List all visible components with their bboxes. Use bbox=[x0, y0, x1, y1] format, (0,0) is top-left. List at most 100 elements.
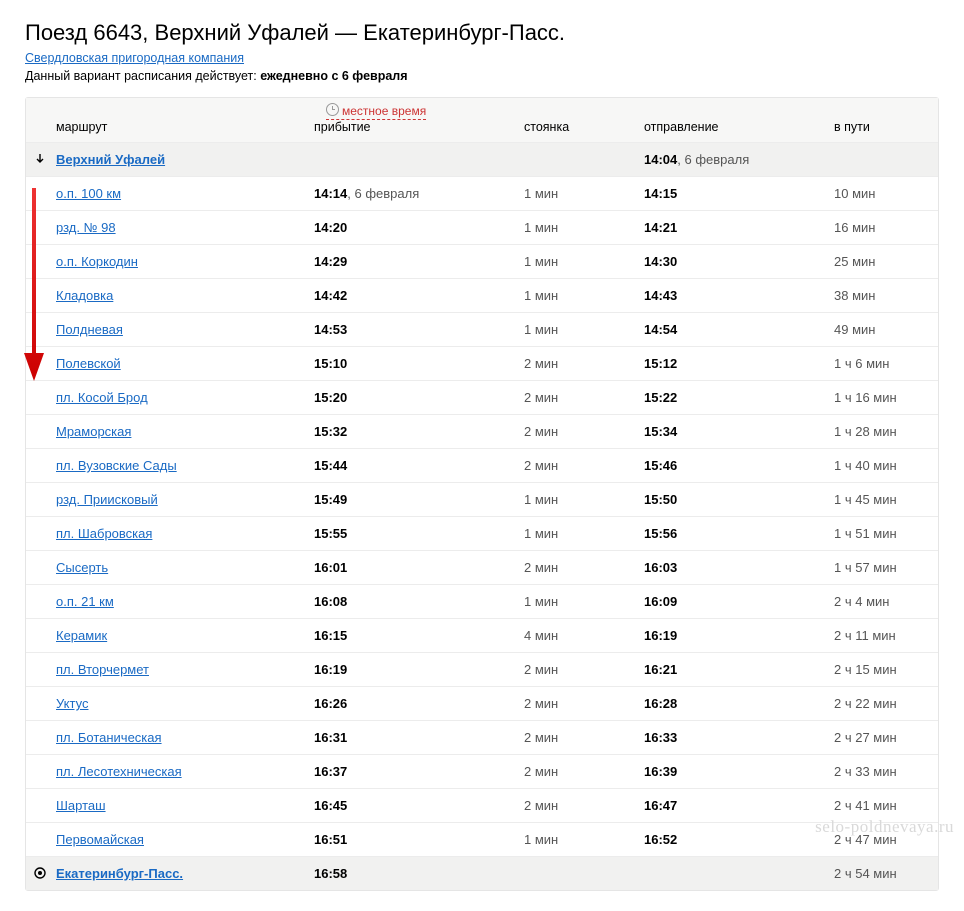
arrival-cell: 16:26 bbox=[306, 687, 516, 721]
station-link[interactable]: о.п. Коркодин bbox=[56, 254, 138, 269]
travel-cell: 1 ч 28 мин bbox=[826, 415, 938, 449]
departure-cell: 15:12 bbox=[636, 347, 826, 381]
table-row: Уктус16:262 мин16:282 ч 22 мин bbox=[26, 687, 938, 721]
travel-cell: 25 мин bbox=[826, 245, 938, 279]
station-link[interactable]: Екатеринбург-Пасс. bbox=[56, 866, 183, 881]
travel-cell: 38 мин bbox=[826, 279, 938, 313]
note-bold: ежедневно с 6 февраля bbox=[260, 69, 407, 83]
travel-cell: 16 мин bbox=[826, 211, 938, 245]
col-departure: отправление bbox=[636, 98, 826, 143]
station-link[interactable]: пл. Вузовские Сады bbox=[56, 458, 177, 473]
station-link[interactable]: Керамик bbox=[56, 628, 107, 643]
arrival-cell: 15:10 bbox=[306, 347, 516, 381]
station-link[interactable]: Шарташ bbox=[56, 798, 106, 813]
local-time-toggle[interactable]: местное время bbox=[326, 102, 426, 120]
table-row: Полдневая14:531 мин14:5449 мин bbox=[26, 313, 938, 347]
station-link[interactable]: о.п. 21 км bbox=[56, 594, 114, 609]
col-route: маршрут bbox=[26, 98, 306, 143]
travel-cell: 1 ч 45 мин bbox=[826, 483, 938, 517]
station-link[interactable]: Мраморская bbox=[56, 424, 131, 439]
departure-cell: 16:19 bbox=[636, 619, 826, 653]
table-row: Шарташ16:452 мин16:472 ч 41 мин bbox=[26, 789, 938, 823]
stop-cell: 1 мин bbox=[516, 823, 636, 857]
station-link[interactable]: Верхний Уфалей bbox=[56, 152, 165, 167]
table-row: пл. Ботаническая16:312 мин16:332 ч 27 ми… bbox=[26, 721, 938, 755]
travel-cell: 49 мин bbox=[826, 313, 938, 347]
stop-cell: 1 мин bbox=[516, 313, 636, 347]
station-link[interactable]: пл. Косой Брод bbox=[56, 390, 148, 405]
arrival-cell: 16:51 bbox=[306, 823, 516, 857]
arrival-cell: 14:42 bbox=[306, 279, 516, 313]
arrival-cell: 16:31 bbox=[306, 721, 516, 755]
departure-cell: 16:52 bbox=[636, 823, 826, 857]
company-link[interactable]: Свердловская пригородная компания bbox=[25, 51, 244, 65]
table-row: Кладовка14:421 мин14:4338 мин bbox=[26, 279, 938, 313]
station-link[interactable]: Полевской bbox=[56, 356, 121, 371]
arrival-cell: 16:45 bbox=[306, 789, 516, 823]
station-link[interactable]: Уктус bbox=[56, 696, 88, 711]
travel-cell: 2 ч 54 мин bbox=[826, 857, 938, 891]
start-arrow-icon bbox=[34, 153, 46, 165]
table-row: пл. Вузовские Сады15:442 мин15:461 ч 40 … bbox=[26, 449, 938, 483]
station-link[interactable]: Кладовка bbox=[56, 288, 113, 303]
station-link[interactable]: Сысерть bbox=[56, 560, 108, 575]
table-header-row: маршрут прибытие стоянка отправление в п… bbox=[26, 98, 938, 143]
watermark: selo-poldnevaya.ru bbox=[815, 817, 954, 837]
arrival-cell: 15:49 bbox=[306, 483, 516, 517]
station-link[interactable]: о.п. 100 км bbox=[56, 186, 121, 201]
arrival-cell: 16:01 bbox=[306, 551, 516, 585]
table-row: пл. Лесотехническая16:372 мин16:392 ч 33… bbox=[26, 755, 938, 789]
arrival-cell: 16:58 bbox=[306, 857, 516, 891]
table-row: о.п. Коркодин14:291 мин14:3025 мин bbox=[26, 245, 938, 279]
stop-cell: 2 мин bbox=[516, 415, 636, 449]
table-row: Полевской15:102 мин15:121 ч 6 мин bbox=[26, 347, 938, 381]
travel-cell: 2 ч 33 мин bbox=[826, 755, 938, 789]
travel-cell: 1 ч 57 мин bbox=[826, 551, 938, 585]
travel-cell: 1 ч 51 мин bbox=[826, 517, 938, 551]
local-time-label: местное время bbox=[342, 104, 426, 118]
stop-cell: 1 мин bbox=[516, 483, 636, 517]
arrival-cell: 16:19 bbox=[306, 653, 516, 687]
departure-cell: 15:22 bbox=[636, 381, 826, 415]
schedule-table: маршрут прибытие стоянка отправление в п… bbox=[26, 98, 938, 890]
departure-cell: 15:56 bbox=[636, 517, 826, 551]
station-link[interactable]: пл. Ботаническая bbox=[56, 730, 162, 745]
departure-cell: 14:04, 6 февраля bbox=[636, 143, 826, 177]
stop-cell bbox=[516, 857, 636, 891]
arrival-cell: 15:44 bbox=[306, 449, 516, 483]
station-link[interactable]: рзд. № 98 bbox=[56, 220, 116, 235]
table-row: Керамик16:154 мин16:192 ч 11 мин bbox=[26, 619, 938, 653]
departure-cell: 16:39 bbox=[636, 755, 826, 789]
station-link[interactable]: пл. Вторчермет bbox=[56, 662, 149, 677]
departure-cell: 15:34 bbox=[636, 415, 826, 449]
departure-cell: 16:03 bbox=[636, 551, 826, 585]
station-link[interactable]: пл. Шабровская bbox=[56, 526, 152, 541]
stop-cell: 2 мин bbox=[516, 755, 636, 789]
schedule-note: Данный вариант расписания действует: еже… bbox=[25, 69, 939, 83]
table-row: пл. Шабровская15:551 мин15:561 ч 51 мин bbox=[26, 517, 938, 551]
arrival-cell: 14:29 bbox=[306, 245, 516, 279]
travel-cell: 1 ч 16 мин bbox=[826, 381, 938, 415]
station-link[interactable]: Полдневая bbox=[56, 322, 123, 337]
page-title: Поезд 6643, Верхний Уфалей — Екатеринбур… bbox=[25, 20, 939, 46]
travel-cell bbox=[826, 143, 938, 177]
clock-icon bbox=[326, 103, 339, 116]
table-row: рзд. Приисковый15:491 мин15:501 ч 45 мин bbox=[26, 483, 938, 517]
col-travel: в пути bbox=[826, 98, 938, 143]
col-stop: стоянка bbox=[516, 98, 636, 143]
arrival-cell bbox=[306, 143, 516, 177]
note-prefix: Данный вариант расписания действует: bbox=[25, 69, 260, 83]
departure-cell: 15:46 bbox=[636, 449, 826, 483]
travel-cell: 1 ч 40 мин bbox=[826, 449, 938, 483]
station-link[interactable]: Первомайская bbox=[56, 832, 144, 847]
table-row: Первомайская16:511 мин16:522 ч 47 мин bbox=[26, 823, 938, 857]
stop-cell: 2 мин bbox=[516, 551, 636, 585]
stop-cell: 2 мин bbox=[516, 789, 636, 823]
departure-cell: 14:43 bbox=[636, 279, 826, 313]
table-row: о.п. 21 км16:081 мин16:092 ч 4 мин bbox=[26, 585, 938, 619]
station-link[interactable]: пл. Лесотехническая bbox=[56, 764, 182, 779]
stop-cell: 4 мин bbox=[516, 619, 636, 653]
destination-target-icon bbox=[34, 867, 46, 879]
station-link[interactable]: рзд. Приисковый bbox=[56, 492, 158, 507]
travel-cell: 10 мин bbox=[826, 177, 938, 211]
